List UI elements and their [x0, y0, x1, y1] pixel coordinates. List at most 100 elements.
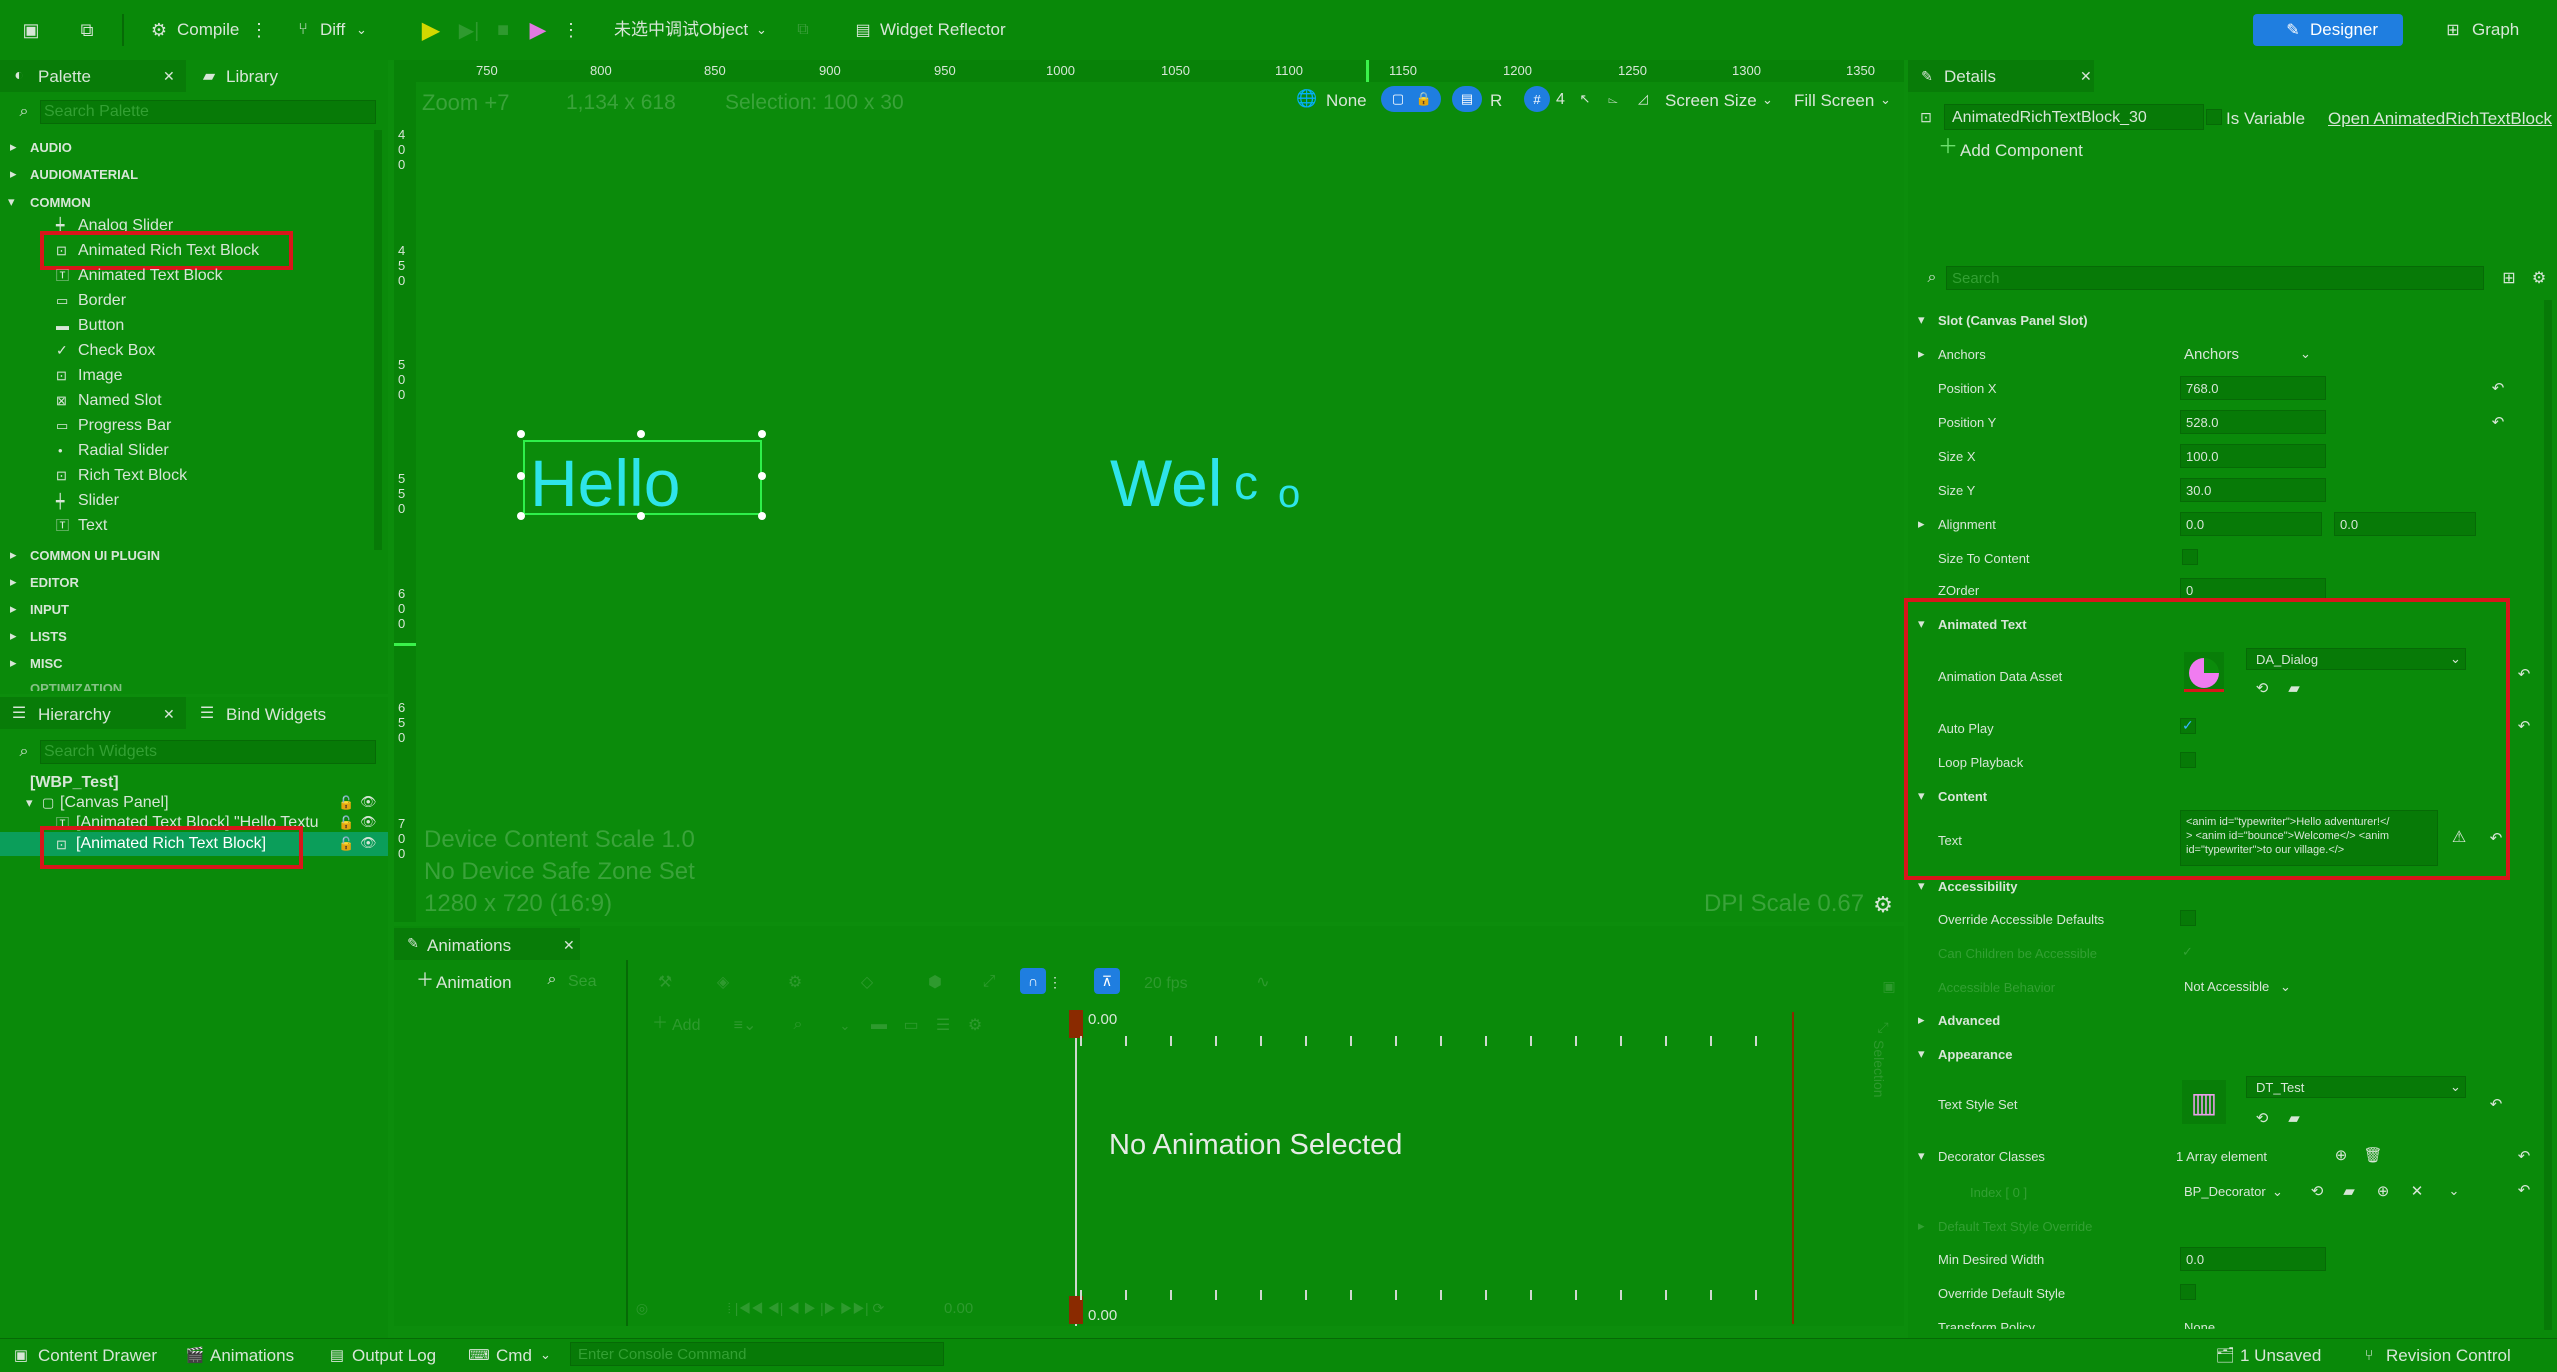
details-scrollbar[interactable] — [2544, 300, 2552, 1330]
debug-object-select[interactable]: 未选中调试Object — [614, 21, 748, 38]
use-selected-asset-icon[interactable]: ⟲ — [2252, 1108, 2272, 1128]
search-icon[interactable]: ⌕ — [542, 970, 562, 990]
palette-item-button[interactable]: Button — [78, 318, 124, 334]
transport-controls-icon[interactable]: ⦙ |◀◀ ◀| ◀ ▶ |▶ ▶▶| ⟳ — [676, 1298, 936, 1318]
track-settings-icon[interactable]: ▣ — [1880, 976, 1898, 996]
collapse-arrow-icon[interactable]: ▾ — [8, 195, 15, 208]
scale-icon[interactable]: ◿ — [1632, 89, 1654, 109]
table-view-icon[interactable]: ⊞ — [2498, 266, 2520, 290]
animations-close-icon[interactable]: ✕ — [563, 937, 575, 954]
expand-arrow-icon[interactable]: ▸ — [10, 656, 17, 669]
fill-screen-dropdown[interactable]: Fill Screen — [1794, 92, 1874, 109]
localization-preview[interactable]: None — [1326, 92, 1367, 109]
timeline-area[interactable] — [1004, 1008, 1794, 1326]
play-icon[interactable]: ▶ — [418, 16, 444, 44]
browse-asset-icon[interactable]: ▰ — [2284, 1108, 2304, 1128]
palette-item-check-box[interactable]: Check Box — [78, 343, 155, 359]
palette-close-icon[interactable]: ✕ — [163, 68, 175, 85]
lock-icon[interactable]: 🔓 — [338, 796, 354, 809]
animations-search-placeholder[interactable]: Sea — [568, 974, 596, 990]
collapse-arrow-icon[interactable]: ▾ — [26, 796, 33, 809]
search-icon[interactable]: ⌕ — [788, 1014, 808, 1036]
settings-gear-icon[interactable]: ⚙ — [2528, 266, 2550, 290]
globe-icon[interactable]: 🌐 — [1296, 88, 1318, 110]
graph-button[interactable]: Graph — [2472, 21, 2519, 38]
expand-arrow-icon[interactable]: ▸ — [1918, 1219, 1925, 1232]
resize-handle[interactable] — [517, 472, 525, 480]
visibility-eye-icon[interactable]: 👁 — [360, 795, 377, 808]
playhead-line[interactable] — [1075, 1012, 1077, 1326]
stop-icon[interactable]: ■ — [490, 16, 516, 44]
palette-item-border[interactable]: Border — [78, 293, 126, 309]
size-to-content-checkbox[interactable] — [2182, 549, 2198, 565]
accessible-behavior-dropdown[interactable]: Not Accessible — [2184, 980, 2269, 993]
palette-item-slider[interactable]: Slider — [78, 493, 119, 509]
collapse-arrow-icon[interactable]: ▾ — [1918, 1149, 1925, 1162]
snap-toggle-icon[interactable]: ∩ — [1020, 968, 1046, 994]
category-editor[interactable]: EDITOR — [30, 576, 79, 589]
category-audio[interactable]: AUDIO — [30, 141, 72, 154]
palette-item-image[interactable]: Image — [78, 368, 122, 384]
expand-arrow-icon[interactable]: ▸ — [10, 548, 17, 561]
anchors-dropdown[interactable]: Anchors — [2184, 347, 2239, 362]
resize-handle[interactable] — [517, 512, 525, 520]
curve-editor-icon[interactable]: ∿ — [1250, 970, 1276, 994]
add-animation-button[interactable]: Animation — [436, 974, 512, 991]
palette-item-animated-text-block[interactable]: Animated Text Block — [78, 268, 223, 284]
ruler-icon[interactable]: ⌳ — [1602, 89, 1624, 109]
fill-screen-chevron-icon[interactable]: ⌄ — [1880, 93, 1891, 106]
details-close-icon[interactable]: ✕ — [2080, 68, 2092, 85]
palette-item-progress-bar[interactable]: Progress Bar — [78, 418, 171, 434]
debug-chevron-icon[interactable]: ⌄ — [756, 23, 767, 36]
open-class-link[interactable]: Open AnimatedRichTextBlock — [2328, 110, 2557, 127]
reset-arrow-icon[interactable]: ↶ — [2488, 412, 2508, 432]
cmd-dropdown[interactable]: Cmd — [496, 1347, 532, 1364]
use-selected-asset-icon[interactable]: ⟲ — [2306, 1180, 2328, 1202]
save-icon[interactable]: ▣ — [18, 18, 44, 42]
category-audiomaterial[interactable]: AUDIOMATERIAL — [30, 168, 138, 181]
auto-key-icon[interactable]: ⬢ — [922, 970, 948, 994]
category-optimization[interactable]: OPTIMIZATION — [30, 682, 122, 691]
hierarchy-root[interactable]: [WBP_Test] — [30, 775, 119, 791]
visibility-eye-icon[interactable]: 👁 — [360, 815, 377, 828]
override-default-checkbox[interactable] — [2180, 1284, 2196, 1300]
resize-handle[interactable] — [637, 430, 645, 438]
add-track-button[interactable]: Add — [672, 1018, 700, 1034]
palette-item-named-slot[interactable]: Named Slot — [78, 393, 162, 409]
ruler-horizontal[interactable] — [394, 60, 1904, 82]
screen-size-chevron-icon[interactable]: ⌄ — [1762, 93, 1773, 106]
fps-dropdown[interactable]: 20 fps — [1144, 976, 1188, 992]
screen-size-dropdown[interactable]: Screen Size — [1665, 92, 1757, 109]
compile-icon[interactable]: ⚙ — [146, 18, 172, 42]
filter-icon[interactable]: ≡⌄ — [728, 1014, 762, 1036]
expand-arrow-icon[interactable]: ▸ — [10, 167, 17, 180]
transport-record-icon[interactable]: ◎ — [632, 1298, 652, 1318]
category-misc[interactable]: MISC — [30, 657, 63, 670]
view-options-icon[interactable]: ◈ — [706, 970, 740, 994]
decorator-class-dropdown[interactable]: BP_Decorator — [2184, 1185, 2266, 1198]
collapse-arrow-icon[interactable]: ▾ — [1918, 1047, 1925, 1060]
chevron-down-icon[interactable]: ⌄ — [2444, 1180, 2464, 1202]
appearance-section-header[interactable]: Appearance — [1938, 1048, 2012, 1061]
decorator-chevron-icon[interactable]: ⌄ — [2272, 1185, 2283, 1198]
list-icon[interactable]: ☰ — [932, 1014, 954, 1036]
palette-item-rich-text-block[interactable]: Rich Text Block — [78, 468, 187, 484]
resize-handle[interactable] — [517, 430, 525, 438]
expand-arrow-icon[interactable]: ▸ — [1918, 517, 1925, 530]
palette-item-text[interactable]: Text — [78, 518, 107, 534]
r-button[interactable]: R — [1490, 92, 1502, 109]
widget-reflector-button[interactable]: Widget Reflector — [880, 21, 1006, 38]
transform-icon[interactable]: ⤢ — [976, 970, 1002, 994]
resize-handle[interactable] — [758, 512, 766, 520]
cursor-icon[interactable]: ↖ — [1576, 89, 1594, 109]
slot-section-header[interactable]: Slot (Canvas Panel Slot) — [1938, 314, 2088, 327]
palette-item-radial-slider[interactable]: Radial Slider — [78, 443, 169, 459]
expand-side-icon[interactable]: ⤢ — [1874, 1018, 1892, 1036]
dpi-settings-gear-icon[interactable]: ⚙ — [1870, 892, 1896, 918]
cmd-chevron-icon[interactable]: ⌄ — [540, 1348, 551, 1361]
resize-handle[interactable] — [758, 472, 766, 480]
behavior-chevron-icon[interactable]: ⌄ — [2280, 980, 2291, 993]
revision-control-button[interactable]: Revision Control — [2386, 1347, 2511, 1364]
category-input[interactable]: INPUT — [30, 603, 69, 616]
bind-widgets-tab[interactable]: Bind Widgets — [226, 706, 326, 723]
